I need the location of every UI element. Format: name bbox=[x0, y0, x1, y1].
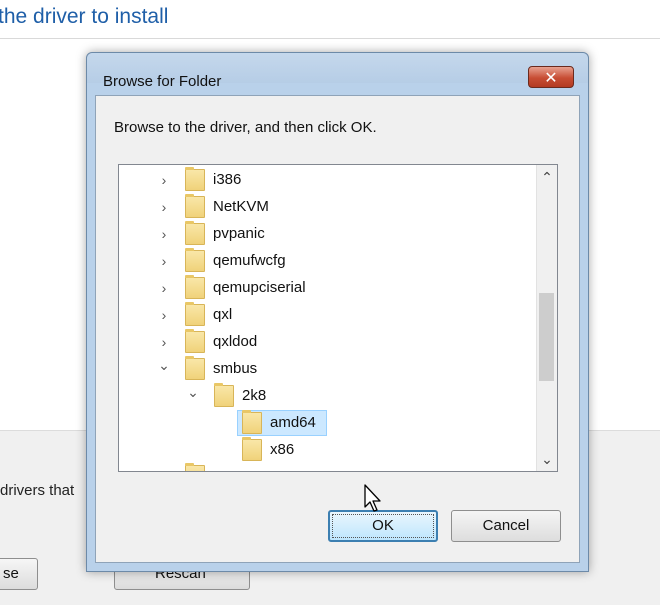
tree-item-2k8[interactable]: ⌄ 2k8 bbox=[119, 383, 537, 409]
tree-item-label: NetKVM bbox=[213, 198, 269, 215]
tree-item-label: qxldod bbox=[213, 333, 258, 350]
folder-icon bbox=[185, 275, 205, 299]
scroll-up-arrow-icon[interactable]: ⌃ bbox=[537, 167, 557, 187]
tree-item-label: i386 bbox=[213, 171, 242, 188]
cancel-button-label: Cancel bbox=[482, 517, 530, 534]
collapse-chevron-icon[interactable]: ⌄ bbox=[182, 379, 204, 405]
tree-item-label: qxl bbox=[213, 306, 233, 323]
browse-for-folder-dialog: Browse for Folder ✕ Browse to the driver… bbox=[86, 52, 589, 572]
tree-scrollbar[interactable]: ⌃ ⌄ bbox=[536, 165, 557, 471]
focus-outline bbox=[332, 514, 434, 538]
tree-item-i386[interactable]: › i386 bbox=[119, 167, 537, 193]
folder-icon bbox=[214, 383, 234, 407]
folder-icon bbox=[185, 302, 205, 326]
divider bbox=[0, 38, 660, 39]
dialog-title: Browse for Folder bbox=[103, 73, 222, 90]
folder-icon bbox=[242, 410, 262, 434]
cancel-button[interactable]: Cancel bbox=[451, 510, 561, 542]
folder-icon bbox=[185, 463, 205, 471]
tree-item-amd64[interactable]: amd64 bbox=[237, 410, 327, 436]
tree-item-label: qemufwcfg bbox=[213, 252, 286, 269]
ok-button[interactable]: OK bbox=[328, 510, 438, 542]
expand-chevron-icon[interactable]: › bbox=[153, 248, 175, 274]
expand-chevron-icon[interactable]: › bbox=[153, 221, 175, 247]
folder-tree[interactable]: › i386 › NetKVM › pvpanic › qemufwcfg › … bbox=[118, 164, 558, 472]
dialog-prompt: Browse to the driver, and then click OK. bbox=[114, 119, 377, 136]
expand-chevron-icon[interactable]: › bbox=[153, 167, 175, 193]
scroll-down-arrow-icon[interactable]: ⌄ bbox=[537, 449, 557, 469]
dialog-body: Browse to the driver, and then click OK.… bbox=[95, 95, 580, 563]
scroll-thumb[interactable] bbox=[539, 293, 554, 381]
tree-item-label: amd64 bbox=[270, 414, 316, 431]
browse-button[interactable]: se bbox=[0, 558, 38, 590]
tree-item-netkvm[interactable]: › NetKVM bbox=[119, 194, 537, 220]
tree-item-label: x86 bbox=[270, 441, 295, 458]
tree-item-label: smbus bbox=[213, 360, 258, 377]
tree-item-pvpanic[interactable]: › pvpanic bbox=[119, 221, 537, 247]
tree-item-x86[interactable]: x86 bbox=[119, 437, 537, 463]
tree-item-label: qemupciserial bbox=[213, 279, 306, 296]
folder-icon bbox=[185, 167, 205, 191]
dialog-titlebar: Browse for Folder ✕ bbox=[87, 53, 588, 90]
folder-icon bbox=[185, 194, 205, 218]
folder-icon bbox=[185, 248, 205, 272]
folder-icon bbox=[242, 437, 262, 461]
close-button[interactable]: ✕ bbox=[528, 66, 574, 88]
folder-icon bbox=[185, 329, 205, 353]
tree-item-qemupciserial[interactable]: › qemupciserial bbox=[119, 275, 537, 301]
folder-icon bbox=[185, 221, 205, 245]
tree-item-qemufwcfg[interactable]: › qemufwcfg bbox=[119, 248, 537, 274]
wizard-heading: the driver to install bbox=[0, 5, 169, 28]
folder-icon bbox=[185, 356, 205, 380]
expand-chevron-icon[interactable]: › bbox=[153, 302, 175, 328]
tree-item-label: 2k8 bbox=[242, 387, 267, 404]
expand-chevron-icon[interactable]: › bbox=[153, 194, 175, 220]
tree-item-label: pvpanic bbox=[213, 225, 265, 242]
expand-chevron-icon[interactable]: › bbox=[153, 275, 175, 301]
close-icon: ✕ bbox=[544, 70, 558, 87]
collapse-chevron-icon[interactable]: ⌄ bbox=[153, 352, 175, 378]
wizard-description: drivers that bbox=[0, 482, 75, 499]
tree-item-qxldod[interactable]: › qxldod bbox=[119, 329, 537, 355]
mouse-pointer-icon bbox=[364, 484, 381, 512]
tree-item-qxl[interactable]: › qxl bbox=[119, 302, 537, 328]
